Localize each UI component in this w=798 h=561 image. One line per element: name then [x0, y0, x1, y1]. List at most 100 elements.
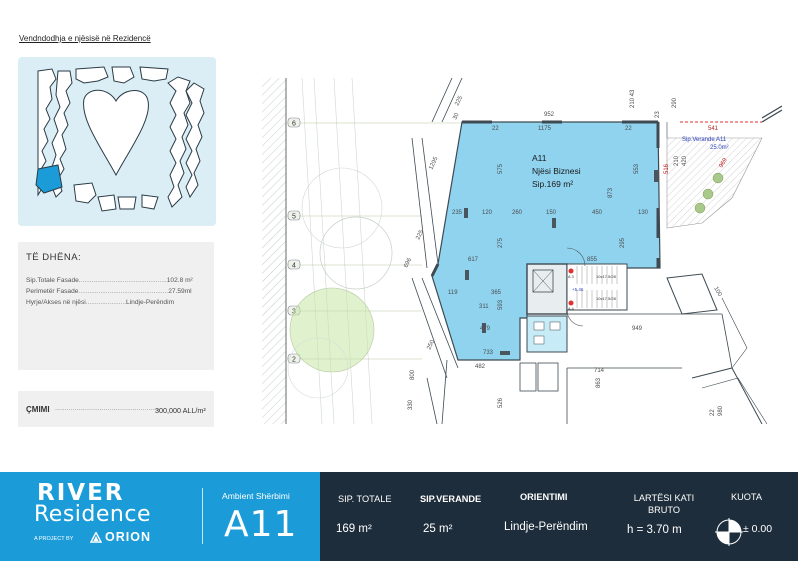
price-dots: ........................................…	[55, 405, 161, 412]
orientation-label: ORIENTIMI	[520, 492, 568, 502]
orientation-value: Lindje-Perëndim	[504, 521, 588, 533]
orion-logo-icon	[90, 532, 102, 543]
unit-code: A11	[224, 504, 298, 545]
wc-block	[519, 315, 568, 392]
brand-divider	[202, 488, 203, 544]
dim-516: 516	[664, 163, 670, 174]
veranda-area-label: SIP.VERANDE	[420, 494, 482, 504]
dim-290: 290	[672, 97, 678, 108]
detail-value: Lindje-Perëndim	[126, 299, 175, 306]
unit-area: Sip.169 m²	[532, 179, 573, 189]
tree-outline-top	[301, 167, 383, 249]
dim-1295: 1295	[428, 156, 439, 171]
dim-575: 575	[498, 163, 504, 174]
floor-plan: 6 5 4 3 2	[262, 78, 782, 424]
axis-5: 5	[292, 214, 296, 221]
brand-panel: RIVER Residence A PROJECT BY ORION Ambie…	[0, 472, 320, 561]
axis-2: 2	[292, 357, 296, 364]
unit-summary: SIP. TOTALE 169 m² SIP.VERANDE 25 m² ORI…	[320, 472, 798, 561]
dim-225: 225	[454, 95, 464, 107]
dim-130: 130	[638, 210, 649, 216]
veranda-area: 25.0m²	[710, 145, 729, 151]
dim-855: 855	[587, 257, 598, 263]
project-by-label: A PROJECT BY	[34, 536, 74, 542]
location-minimap	[18, 57, 216, 226]
dim-275: 275	[498, 237, 504, 248]
dim-980: 980	[718, 405, 724, 416]
tree-green	[289, 287, 375, 373]
dim-235: 235	[452, 210, 463, 216]
price-value: 300,000 ALL/m²	[155, 406, 206, 415]
total-area-value: 169 m²	[336, 523, 372, 535]
dim-260: 260	[512, 210, 523, 216]
dim-593: 593	[498, 299, 504, 310]
detail-row-facade-area: Sip.Totale Fasade.......................…	[26, 277, 212, 284]
detail-label: Hyrje/Akses në njësi	[26, 299, 86, 306]
dim-100: 100	[712, 286, 723, 298]
details-panel: TË DHËNA: Sip.Totale Fasade.............…	[18, 242, 214, 370]
dim-295: 295	[620, 237, 626, 248]
unit-highlight	[35, 164, 63, 194]
dim-22b: 22	[625, 126, 632, 132]
dim-952: 952	[544, 112, 555, 118]
dim-150: 150	[546, 210, 557, 216]
dim-482: 482	[475, 364, 486, 370]
dim-479: 479	[480, 326, 491, 332]
level-marker-icon	[715, 518, 743, 546]
orion-logo-text: ORION	[105, 530, 151, 544]
stair-label-1: 10x17.5/28	[596, 274, 617, 279]
ambient-label: Ambient Shërbimi	[222, 491, 290, 501]
dim-120: 120	[482, 210, 493, 216]
axis-4: 4	[292, 263, 296, 270]
detail-row-access: Hyrje/Akses në njësi....................…	[26, 299, 212, 306]
price-panel: ÇMIMI ..................................…	[18, 391, 214, 427]
tree-outline-upper	[319, 216, 393, 290]
dim-553: 553	[634, 163, 640, 174]
detail-label: Sip.Totale Fasade	[26, 277, 79, 284]
dim-800: 800	[410, 369, 416, 380]
floor-height-value: h = 3.70 m	[627, 524, 682, 536]
dim-250: 250	[426, 339, 436, 351]
details-title: TË DHËNA:	[26, 252, 82, 263]
dim-949: 949	[632, 326, 643, 332]
dim-714: 714	[594, 368, 605, 374]
stair-tag-a3: A 3	[568, 274, 575, 279]
veranda-area-value: 25 m²	[423, 523, 453, 535]
veranda-a11	[666, 137, 763, 229]
unit-title: A11	[532, 153, 547, 163]
floor-height-label: LARTËSI KATI BRUTO	[633, 493, 695, 515]
stair-label-2: 10x17.5/28	[596, 296, 617, 301]
footer-bar: RIVER Residence A PROJECT BY ORION Ambie…	[0, 472, 798, 561]
level-value: ± 0.00	[743, 523, 773, 535]
dim-873: 873	[608, 187, 614, 198]
dim-541: 541	[708, 126, 719, 132]
unit-type: Njësi Biznesi	[532, 166, 581, 176]
detail-value: 102.8 m²	[166, 277, 193, 284]
stair-tag-a4: A 4	[568, 306, 575, 311]
detail-label: Perimetër Fasade	[26, 288, 79, 295]
location-title: Vendndodhja e njësisë në Rezidencë	[19, 34, 151, 43]
dim-21043: 210 43	[630, 89, 636, 108]
dim-526: 526	[498, 397, 504, 408]
dim-311: 311	[479, 304, 489, 310]
dim-617: 617	[468, 257, 479, 263]
dim-30: 30	[452, 112, 461, 121]
price-label: ÇMIMI	[26, 405, 50, 414]
detail-dots: ........................................…	[78, 288, 169, 295]
dim-696: 696	[403, 257, 413, 269]
dim-863: 863	[596, 377, 602, 388]
axis-6: 6	[292, 121, 296, 128]
veranda-label: Sip.Verande A11	[682, 137, 727, 143]
level-label: KUOTA	[731, 492, 762, 502]
brand-logo-residence: Residence	[34, 502, 151, 527]
dim-330: 330	[408, 399, 414, 410]
detail-dots: ........................................…	[78, 277, 167, 284]
dim-420: 420	[682, 155, 688, 166]
detail-row-facade-perimeter: Perimetër Fasade........................…	[26, 288, 212, 295]
detail-dots: ......................	[85, 299, 127, 306]
dim-210: 210	[674, 155, 680, 166]
dim-22a: 22	[492, 126, 499, 132]
dim-22c: 22	[710, 409, 716, 416]
hatched-edge	[262, 78, 286, 424]
dim-365: 365	[491, 290, 502, 296]
